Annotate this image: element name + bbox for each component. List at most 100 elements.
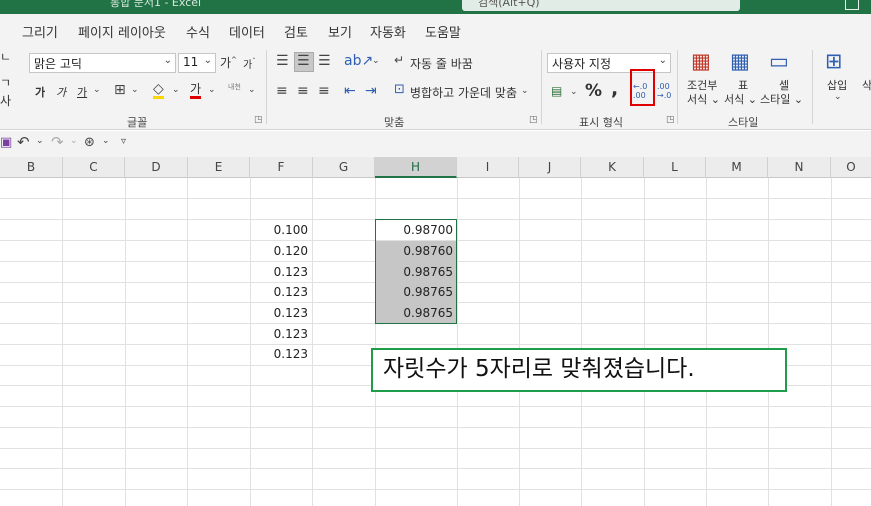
wrap-text-icon: ↵ bbox=[394, 53, 405, 67]
column-header-active[interactable]: H bbox=[375, 157, 457, 178]
cell-styles-button[interactable]: 스타일 ⌄ bbox=[760, 91, 803, 107]
grid-line bbox=[831, 178, 832, 506]
search-box[interactable]: 검색(Alt+Q) bbox=[462, 0, 740, 11]
cell-styles-icon: ▭ bbox=[769, 49, 789, 73]
underline-button[interactable]: 가 bbox=[77, 84, 87, 100]
accounting-format-icon[interactable]: ▤ bbox=[551, 85, 562, 97]
wrap-text-button[interactable]: 자동 줄 바꿈 bbox=[410, 55, 473, 72]
font-dialog-launcher-icon[interactable]: ◳ bbox=[254, 115, 263, 125]
cell-f-value[interactable]: 0.100 bbox=[250, 220, 312, 241]
borders-icon[interactable]: ⊞ bbox=[114, 83, 126, 97]
alignment-dialog-launcher-icon[interactable]: ◳ bbox=[529, 115, 538, 125]
undo-icon[interactable]: ↶ bbox=[17, 135, 30, 150]
decrease-font-size-button[interactable]: 가ˇ bbox=[243, 56, 256, 71]
save-icon[interactable]: ▣ bbox=[0, 136, 12, 149]
tab-formulas[interactable]: 수식 bbox=[186, 22, 210, 41]
italic-button[interactable]: 가 bbox=[56, 84, 66, 100]
grid-line bbox=[0, 344, 871, 345]
chevron-down-icon[interactable]: ⌄ bbox=[172, 86, 180, 95]
chevron-down-icon[interactable]: ⌄ bbox=[834, 93, 842, 102]
chevron-down-icon[interactable]: ⌄ bbox=[570, 88, 578, 97]
ribbon-tabs: 그리기 페이지 레이아웃 수식 데이터 검토 보기 자동화 도움말 bbox=[0, 14, 871, 46]
increase-indent-icon[interactable]: ⇥ bbox=[365, 84, 377, 98]
tab-view[interactable]: 보기 bbox=[328, 22, 352, 41]
tab-draw[interactable]: 그리기 bbox=[22, 22, 58, 41]
grid-line bbox=[457, 178, 458, 506]
column-header[interactable]: C bbox=[63, 157, 125, 178]
chevron-down-icon[interactable]: ⌄ bbox=[102, 137, 110, 146]
redo-icon[interactable]: ↷ bbox=[51, 135, 64, 150]
merge-center-button[interactable]: 병합하고 가운데 맞춤 bbox=[410, 84, 517, 101]
phonetic-guide-button[interactable]: 내천 bbox=[228, 82, 241, 92]
font-color-button[interactable]: 가 bbox=[190, 82, 202, 99]
chevron-down-icon[interactable]: ⌄ bbox=[131, 86, 139, 95]
column-header[interactable]: B bbox=[0, 157, 63, 178]
tab-help[interactable]: 도움말 bbox=[425, 22, 461, 41]
decrease-decimal-icon[interactable]: .00 →.0 bbox=[657, 82, 671, 100]
customize-toolbar-icon[interactable]: ▿ bbox=[121, 137, 126, 147]
chevron-down-icon: ⌄ bbox=[163, 55, 172, 66]
chevron-down-icon[interactable]: ⌄ bbox=[93, 86, 101, 95]
column-header[interactable]: G bbox=[313, 157, 375, 178]
paste-label-partial[interactable]: 사 bbox=[0, 92, 11, 109]
align-right-icon[interactable]: ≡ bbox=[318, 84, 330, 98]
increase-font-size-button[interactable]: 가^ bbox=[220, 54, 237, 71]
font-name-dropdown[interactable]: 맑은 고딕 ⌄ bbox=[29, 53, 176, 73]
column-header[interactable]: D bbox=[125, 157, 188, 178]
cell-f-value[interactable]: 0.123 bbox=[250, 324, 312, 345]
chevron-down-icon[interactable]: ⌄ bbox=[372, 57, 380, 66]
chevron-down-icon[interactable]: ⌄ bbox=[208, 86, 216, 95]
grid-line bbox=[0, 489, 871, 490]
align-left-icon[interactable]: ≡ bbox=[276, 84, 288, 98]
chevron-down-icon[interactable]: ⌄ bbox=[521, 87, 529, 96]
spelling-check-icon[interactable]: ⊛ bbox=[84, 136, 95, 149]
cell-f-value[interactable]: 0.123 bbox=[250, 303, 312, 324]
orientation-icon[interactable]: ab↗ bbox=[344, 54, 373, 68]
tab-automate[interactable]: 자동화 bbox=[370, 22, 406, 41]
grid-line bbox=[0, 448, 871, 449]
tab-page-layout[interactable]: 페이지 레이아웃 bbox=[78, 22, 166, 41]
tab-review[interactable]: 검토 bbox=[284, 22, 308, 41]
column-header[interactable]: F bbox=[250, 157, 313, 178]
column-header[interactable]: I bbox=[457, 157, 519, 178]
chevron-down-icon[interactable]: ⌄ bbox=[36, 137, 44, 146]
column-header[interactable]: L bbox=[644, 157, 706, 178]
decrease-indent-icon[interactable]: ⇤ bbox=[344, 84, 356, 98]
conditional-formatting-button[interactable]: 서식 ⌄ bbox=[687, 91, 720, 107]
tab-data[interactable]: 데이터 bbox=[229, 22, 265, 41]
grid-line bbox=[706, 178, 707, 506]
format-as-table-button[interactable]: 서식 ⌄ bbox=[724, 91, 757, 107]
grid-line bbox=[519, 178, 520, 506]
column-header[interactable]: E bbox=[188, 157, 250, 178]
align-top-icon[interactable]: ☰ bbox=[276, 54, 289, 68]
insert-cells-button[interactable]: 삽입 bbox=[827, 77, 847, 93]
chevron-down-icon[interactable]: ⌄ bbox=[70, 137, 78, 146]
cell-f-value[interactable]: 0.120 bbox=[250, 241, 312, 262]
align-center-icon[interactable]: ≡ bbox=[297, 84, 309, 98]
column-header[interactable]: O bbox=[831, 157, 871, 178]
column-header[interactable]: N bbox=[768, 157, 831, 178]
delete-cells-button-partial[interactable]: 삭 bbox=[862, 77, 871, 93]
cell-f-value[interactable]: 0.123 bbox=[250, 262, 312, 283]
column-header[interactable]: M bbox=[706, 157, 768, 178]
column-header[interactable]: K bbox=[581, 157, 644, 178]
column-header[interactable]: J bbox=[519, 157, 581, 178]
cell-f-value[interactable]: 0.123 bbox=[250, 282, 312, 303]
chevron-down-icon[interactable]: ⌄ bbox=[248, 86, 256, 95]
bold-button[interactable]: 가 bbox=[35, 84, 45, 100]
align-bottom-icon[interactable]: ☰ bbox=[318, 54, 331, 68]
font-name-value: 맑은 고딕 bbox=[34, 57, 82, 71]
comma-style-button[interactable]: , bbox=[611, 78, 618, 100]
worksheet-grid[interactable]: 0.100 0.120 0.123 0.123 0.123 0.123 0.12… bbox=[0, 178, 871, 506]
number-dialog-launcher-icon[interactable]: ◳ bbox=[666, 115, 675, 125]
quick-access-toolbar: ▣ ↶ ⌄ ↷ ⌄ ⊛ ⌄ ▿ bbox=[0, 131, 871, 157]
percent-style-button[interactable]: % bbox=[585, 81, 602, 101]
clipboard-partial-icon-2[interactable]: ㄱ bbox=[0, 74, 11, 91]
clipboard-partial-icon[interactable]: ㄴ bbox=[0, 48, 11, 65]
group-divider bbox=[812, 50, 813, 124]
restore-window-icon[interactable] bbox=[845, 0, 859, 10]
font-size-dropdown[interactable]: 11 ⌄ bbox=[178, 53, 216, 73]
cell-f-value[interactable]: 0.123 bbox=[250, 344, 312, 365]
grid-line bbox=[0, 406, 871, 407]
fill-color-icon[interactable]: ◇ bbox=[153, 82, 164, 99]
